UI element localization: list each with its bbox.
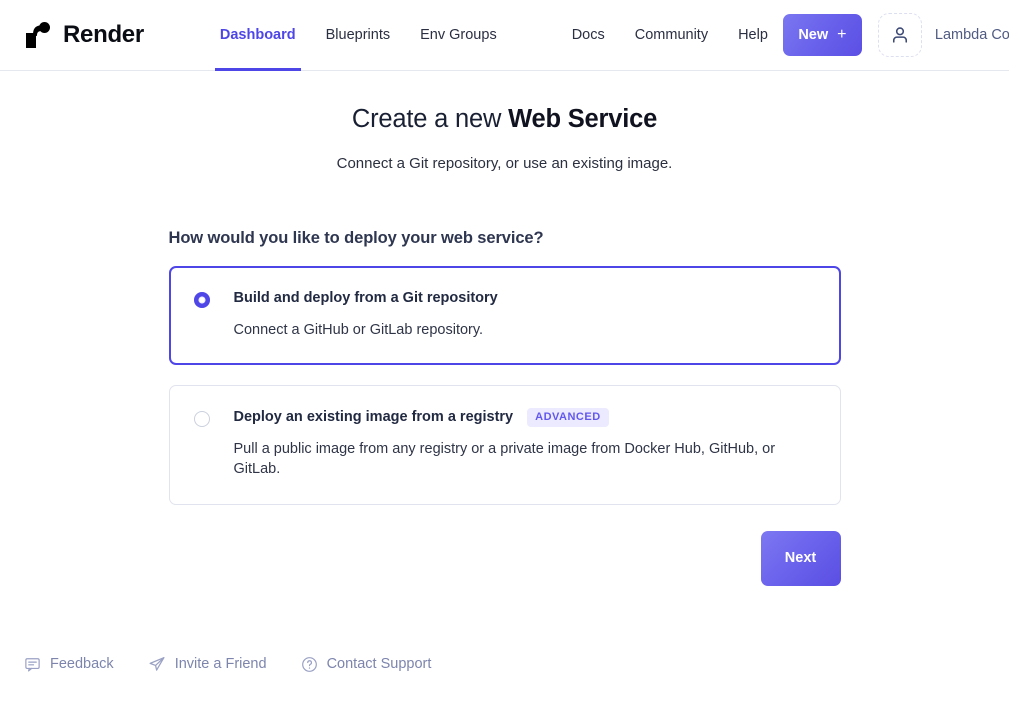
brand-logo-link[interactable]: Render (24, 20, 144, 50)
nav-item-blueprints[interactable]: Blueprints (311, 0, 405, 71)
option-body: Build and deploy from a Git repository C… (234, 289, 816, 340)
avatar[interactable] (877, 13, 922, 57)
option-heading: Deploy an existing image from a registry… (233, 408, 816, 428)
footer-link-invite-a-friend[interactable]: Invite a Friend (148, 655, 267, 673)
footer-link-label: Feedback (50, 656, 114, 672)
option-body: Deploy an existing image from a registry… (234, 408, 816, 479)
user-avatar-icon (892, 27, 907, 43)
header-right-group: New + Lambda Coder (782, 13, 1009, 57)
option-row: Deploy an existing image from a registry… (193, 408, 816, 479)
option-card-existing-image[interactable]: Deploy an existing image from a registry… (168, 385, 841, 505)
radio-existing-image[interactable] (193, 411, 210, 428)
next-button[interactable]: Next (760, 530, 841, 586)
radio-git-repository[interactable] (193, 292, 210, 308)
primary-nav: Dashboard Blueprints Env Groups (205, 0, 512, 71)
option-heading-text: Deploy an existing image from a registry (233, 409, 514, 426)
deploy-form: How would you like to deploy your web se… (168, 229, 841, 586)
option-card-git-repository[interactable]: Build and deploy from a Git repository C… (168, 266, 841, 366)
user-name[interactable]: Lambda Coder (935, 27, 1009, 43)
new-button[interactable]: New + (782, 14, 862, 56)
nav-item-dashboard[interactable]: Dashboard (205, 0, 311, 71)
page-title-bold: Web Service (508, 105, 658, 133)
nav-item-env-groups[interactable]: Env Groups (405, 0, 512, 71)
question-label: How would you like to deploy your web se… (168, 229, 544, 247)
footer-link-contact-support[interactable]: Contact Support (301, 656, 432, 673)
nav-item-docs[interactable]: Docs (557, 0, 620, 71)
page-title-regular: Create a new (351, 105, 509, 133)
comment-icon (25, 657, 40, 672)
main-content: Create a new Web Service Connect a Git r… (0, 105, 1009, 586)
page-title: Create a new Web Service (0, 105, 1009, 134)
nav-item-community[interactable]: Community (620, 0, 723, 71)
option-description: Pull a public image from any registry or… (233, 441, 776, 477)
option-row: Build and deploy from a Git repository C… (193, 289, 816, 340)
question-circle-icon (301, 656, 317, 672)
footer-link-feedback[interactable]: Feedback (24, 656, 114, 673)
footer-link-label: Contact Support (326, 656, 432, 672)
option-description: Connect a GitHub or GitLab repository. (233, 321, 484, 338)
nav-item-help[interactable]: Help (723, 0, 783, 71)
new-button-label: New (798, 27, 829, 43)
secondary-nav: Docs Community Help (557, 0, 783, 71)
render-logo-icon (26, 22, 50, 48)
footer-link-label: Invite a Friend (174, 656, 267, 672)
plus-icon: + (837, 26, 847, 43)
brand-name: Render (63, 21, 144, 48)
top-navbar: Render Dashboard Blueprints Env Groups D… (0, 0, 1009, 71)
footer-links: Feedback Invite a Friend Contact Support (24, 655, 431, 673)
form-actions: Next (169, 530, 841, 586)
option-heading-text: Build and deploy from a Git repository (233, 290, 498, 306)
page-root: Render Dashboard Blueprints Env Groups D… (0, 0, 1009, 705)
page-subtitle: Connect a Git repository, or use an exis… (336, 155, 673, 172)
option-heading: Build and deploy from a Git repository (234, 289, 816, 308)
status-badge-advanced: ADVANCED (527, 408, 609, 428)
paper-plane-icon (149, 657, 165, 671)
